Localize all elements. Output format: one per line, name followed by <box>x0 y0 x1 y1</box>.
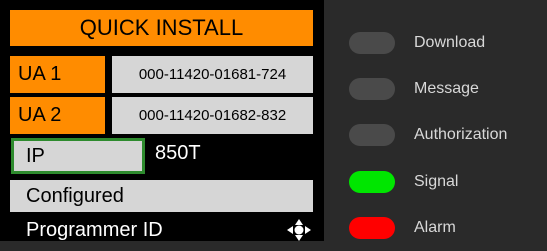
indicator-authorization: Authorization <box>324 112 547 158</box>
indicator-alarm: Alarm <box>324 205 547 251</box>
ua1-value-field[interactable]: 000-11420-01681-724 <box>112 56 313 93</box>
indicator-signal: Signal <box>324 159 547 205</box>
ip-field-selected[interactable]: IP <box>11 138 145 174</box>
panel-title: QUICK INSTALL <box>10 10 313 46</box>
indicator-label-signal: Signal <box>414 173 459 190</box>
indicator-download: Download <box>324 20 547 66</box>
quick-install-screen: QUICK INSTALL UA 1 000-11420-01681-724 U… <box>0 0 547 241</box>
status-configured: Configured <box>10 180 313 212</box>
led-authorization-icon <box>349 124 395 146</box>
indicator-label-alarm: Alarm <box>414 219 456 236</box>
ua2-value-field[interactable]: 000-11420-01682-832 <box>112 97 313 134</box>
led-alarm-icon <box>349 217 395 239</box>
indicator-label-download: Download <box>414 34 486 51</box>
navigation-arrows-icon[interactable] <box>285 219 313 241</box>
led-message-icon <box>349 78 395 100</box>
quick-install-panel: QUICK INSTALL UA 1 000-11420-01681-724 U… <box>0 0 324 241</box>
ua2-label: UA 2 <box>10 97 105 134</box>
indicator-message: Message <box>324 66 547 112</box>
ip-value[interactable]: 850T <box>151 138 313 174</box>
indicator-label-message: Message <box>414 80 479 97</box>
led-download-icon <box>349 32 395 54</box>
led-signal-icon <box>349 171 395 193</box>
programmer-id-item[interactable]: Programmer ID <box>10 215 313 241</box>
indicator-label-authorization: Authorization <box>414 126 508 143</box>
ua1-label: UA 1 <box>10 56 105 93</box>
